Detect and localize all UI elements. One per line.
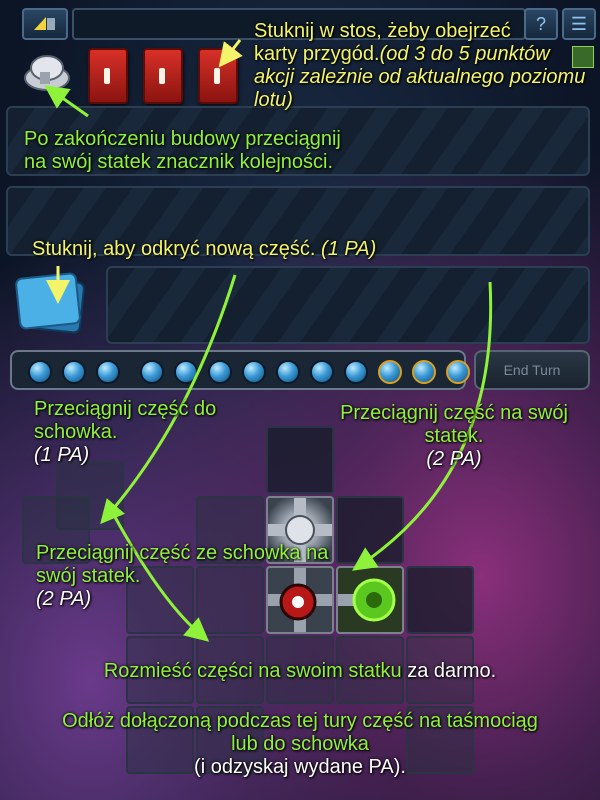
tip-arrange: Rozmieść części na swoim statku za darmo… (103, 660, 497, 682)
tip-from-storage: Przeciągnij część ze schowka na swój sta… (36, 542, 329, 610)
tip-return: Odłóż dołączoną podczas tej tury część n… (62, 710, 538, 778)
tip-to-ship: Przeciągnij część na swój statek. (2 PA) (340, 402, 568, 470)
tip-reveal: Stuknij, aby odkryć nową część. (1 PA) (32, 238, 377, 260)
tip-marker: Po zakończeniu budowy przeciągnij na swó… (24, 128, 341, 173)
tip-stack: Stuknij w stos, żeby obejrzeć karty przy… (254, 20, 586, 111)
tip-to-storage: Przeciągnij część do schowka. (1 PA) (34, 398, 217, 466)
